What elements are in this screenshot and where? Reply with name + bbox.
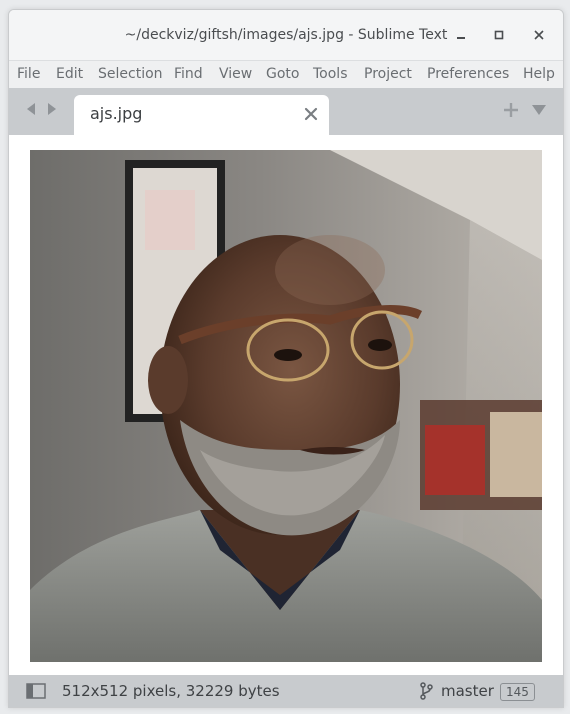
menu-file[interactable]: File bbox=[17, 61, 40, 88]
image-info: 512x512 pixels, 32229 bytes bbox=[62, 682, 280, 700]
image-preview bbox=[30, 150, 542, 662]
menu-preferences[interactable]: Preferences bbox=[427, 61, 509, 88]
title-bar: ~/deckviz/giftsh/images/ajs.jpg - Sublim… bbox=[9, 10, 563, 60]
menu-find[interactable]: Find bbox=[174, 61, 203, 88]
window-title: ~/deckviz/giftsh/images/ajs.jpg - Sublim… bbox=[124, 27, 448, 43]
menu-project[interactable]: Project bbox=[364, 61, 412, 88]
minimize-icon bbox=[457, 37, 465, 39]
plus-icon[interactable] bbox=[503, 102, 519, 118]
close-icon bbox=[534, 30, 544, 40]
maximize-icon bbox=[494, 30, 504, 40]
status-bar: 512x512 pixels, 32229 bytes master 145 bbox=[9, 675, 563, 707]
right-arrow-icon[interactable] bbox=[43, 100, 61, 118]
maximize-button[interactable] bbox=[487, 23, 511, 47]
tab-label: ajs.jpg bbox=[90, 104, 143, 123]
editor-window: ~/deckviz/giftsh/images/ajs.jpg - Sublim… bbox=[8, 9, 564, 708]
chevron-down-icon[interactable] bbox=[531, 104, 547, 116]
menu-view[interactable]: View bbox=[219, 61, 252, 88]
git-branch-icon bbox=[420, 682, 433, 700]
left-arrow-icon[interactable] bbox=[22, 100, 40, 118]
menu-selection[interactable]: Selection bbox=[98, 61, 163, 88]
tab-bar: ajs.jpg bbox=[9, 88, 563, 135]
menu-tools[interactable]: Tools bbox=[313, 61, 348, 88]
git-change-count: 145 bbox=[500, 683, 535, 701]
minimize-button[interactable] bbox=[449, 23, 473, 47]
portrait-photo bbox=[30, 150, 542, 662]
editor-content bbox=[9, 135, 563, 675]
close-window-button[interactable] bbox=[527, 23, 551, 47]
menu-bar: File Edit Selection Find View Goto Tools… bbox=[9, 60, 563, 89]
menu-help[interactable]: Help bbox=[523, 61, 555, 88]
menu-edit[interactable]: Edit bbox=[56, 61, 83, 88]
git-branch-name[interactable]: master bbox=[441, 675, 494, 707]
sidebar-toggle-icon[interactable] bbox=[26, 683, 46, 699]
tab-ajs-jpg[interactable]: ajs.jpg bbox=[74, 95, 329, 135]
menu-goto[interactable]: Goto bbox=[266, 61, 299, 88]
close-icon[interactable] bbox=[303, 106, 319, 122]
